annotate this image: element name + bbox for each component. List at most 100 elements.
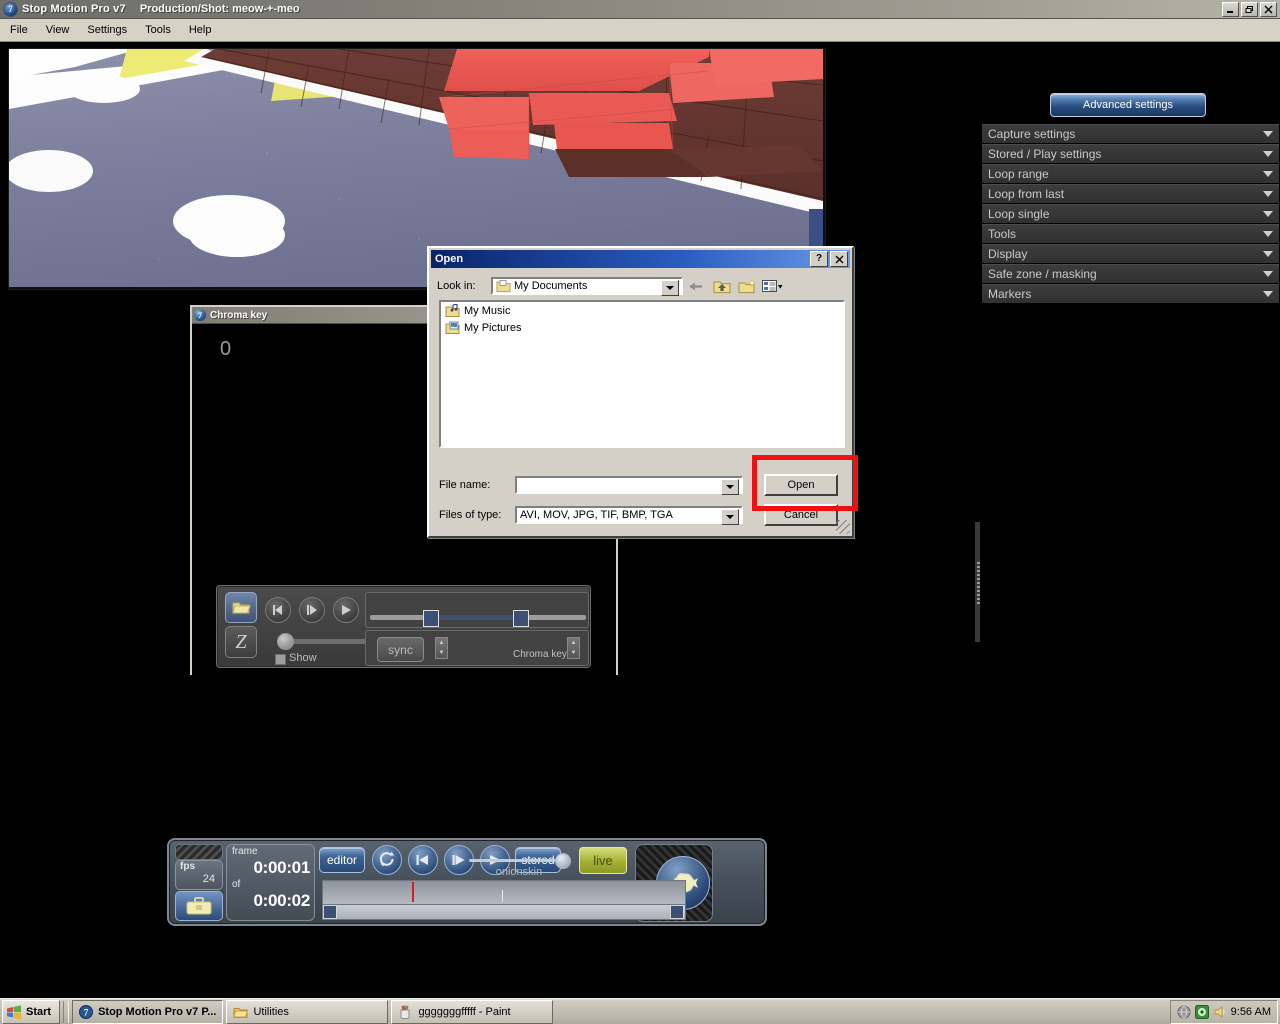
fps-label: fps <box>180 861 195 872</box>
step-back-button[interactable] <box>265 597 291 623</box>
sidebar-item-markers[interactable]: Markers <box>982 284 1279 303</box>
frame-counter: frame 0:00:01 of 0:00:02 <box>226 844 315 921</box>
sidebar-item-loop-from-last[interactable]: Loop from last <box>982 184 1279 203</box>
chroma-slider-knob[interactable] <box>277 633 294 650</box>
look-in-dropdown-arrow[interactable] <box>661 280 679 296</box>
list-item-label: My Pictures <box>464 321 522 334</box>
new-folder-button[interactable] <box>736 276 758 296</box>
loop-button[interactable] <box>372 845 402 875</box>
taskbar-item-paint[interactable]: gggggggfffff - Paint <box>391 1000 554 1024</box>
sidebar-item-tools[interactable]: Tools <box>982 224 1279 243</box>
system-tray: 9:56 AM <box>1169 1000 1278 1024</box>
chroma-key-label: Chroma key <box>513 649 567 660</box>
close-button[interactable] <box>1260 1 1277 17</box>
sidebar-item-display[interactable]: Display <box>982 244 1279 263</box>
timeline-scrollbar[interactable] <box>322 904 686 920</box>
files-of-type-combo[interactable]: AVI, MOV, JPG, TIF, BMP, TGA <box>515 506 743 525</box>
file-list[interactable]: My Music My Pictures <box>439 300 845 448</box>
zoom-z-button[interactable]: Z <box>225 626 257 658</box>
files-of-type-dropdown-arrow[interactable] <box>721 509 739 525</box>
menu-settings[interactable]: Settings <box>79 21 135 39</box>
menu-file[interactable]: File <box>2 21 36 39</box>
restore-button[interactable] <box>1241 1 1258 17</box>
sidebar-item-stored-play-settings[interactable]: Stored / Play settings <box>982 144 1279 163</box>
timeline-playhead[interactable] <box>412 882 414 902</box>
timeline-scroll-handle-left[interactable] <box>323 905 337 919</box>
app-logo-icon: 7 <box>4 2 17 16</box>
start-button[interactable]: Start <box>2 1000 61 1024</box>
chevron-down-icon <box>726 515 734 519</box>
pictures-folder-icon <box>445 321 460 334</box>
menu-help[interactable]: Help <box>181 21 220 39</box>
app-production-shot-title: Production/Shot: meow-+-meo <box>139 3 300 15</box>
frame-value: 0:00:01 <box>253 858 311 877</box>
back-arrow-icon <box>689 282 702 290</box>
minimize-button[interactable] <box>1222 1 1239 17</box>
play-button[interactable] <box>333 597 359 623</box>
network-icon[interactable] <box>1177 1005 1191 1019</box>
back-button[interactable] <box>686 276 708 296</box>
timeline-tick <box>502 890 503 902</box>
sync-button[interactable]: sync <box>377 637 424 662</box>
advanced-settings-button[interactable]: Advanced settings <box>1050 93 1206 117</box>
cancel-button[interactable]: Cancel <box>764 504 838 526</box>
timeline-scroll-handle-right[interactable] <box>670 905 684 919</box>
resize-grip-icon[interactable] <box>836 520 850 534</box>
look-in-combo[interactable]: My Documents <box>491 277 683 296</box>
editor-button[interactable]: editor <box>319 847 365 873</box>
views-menu-button[interactable] <box>761 276 783 296</box>
windows-flag-icon <box>7 1004 21 1019</box>
settings-list: Capture settings Stored / Play settings … <box>982 124 1279 304</box>
chroma-key-title: Chroma key <box>210 309 268 321</box>
menu-view[interactable]: View <box>38 21 78 39</box>
volume-icon[interactable] <box>1213 1005 1227 1019</box>
menu-bar: File View Settings Tools Help <box>0 19 1280 42</box>
look-in-label: Look in: <box>437 280 476 292</box>
media-icon[interactable] <box>1194 1005 1209 1019</box>
chevron-down-icon <box>1263 251 1273 257</box>
fps-value: 24 <box>202 873 215 885</box>
step-forward-button[interactable] <box>299 597 325 623</box>
range-handle-right[interactable] <box>513 610 529 627</box>
onionskin-slider-track[interactable] <box>469 859 561 862</box>
sidebar-item-safe-zone-masking[interactable]: Safe zone / masking <box>982 264 1279 283</box>
dialog-title: Open <box>435 253 464 265</box>
sidebar-item-loop-single[interactable]: Loop single <box>982 204 1279 223</box>
up-one-level-button[interactable] <box>711 276 733 296</box>
chroma-spinner[interactable]: ▲ ▼ <box>567 637 580 659</box>
files-of-type-row: Files of type: AVI, MOV, JPG, TIF, BMP, … <box>439 506 743 525</box>
paint-icon <box>398 1005 413 1019</box>
dialog-close-button[interactable] <box>830 251 848 267</box>
step-back-icon <box>416 855 428 865</box>
list-item[interactable]: My Music <box>441 302 843 319</box>
open-dialog: Open ? Look in: My Documents My Music My… <box>427 246 854 538</box>
drag-grip-icon[interactable] <box>175 844 223 860</box>
timeline-track[interactable] <box>322 880 686 906</box>
taskbar-item-stop-motion-pro[interactable]: 7 Stop Motion Pro v7 P... <box>72 1000 224 1024</box>
show-checkbox[interactable] <box>275 654 286 665</box>
playback-control-bar: fps 24 frame 0:00:01 of 0:00:02 editor o… <box>167 838 767 926</box>
taskbar: Start 7 Stop Motion Pro v7 P... Utilitie… <box>0 998 1280 1024</box>
open-button[interactable]: Open <box>764 474 838 496</box>
list-item[interactable]: My Pictures <box>441 319 843 336</box>
step-forward-icon <box>307 605 317 615</box>
step-back-button[interactable] <box>408 845 438 875</box>
taskbar-item-label: Stop Motion Pro v7 P... <box>98 1006 217 1018</box>
fps-display[interactable]: fps 24 <box>175 860 223 890</box>
stored-spinner[interactable]: ▲ ▼ <box>435 637 448 659</box>
chroma-range-panel <box>365 592 589 628</box>
dialog-help-button[interactable]: ? <box>810 251 828 267</box>
file-name-dropdown-arrow[interactable] <box>721 479 739 495</box>
range-handle-left[interactable] <box>423 610 439 627</box>
open-folder-button[interactable] <box>225 592 257 623</box>
live-button[interactable]: live <box>579 847 627 874</box>
taskbar-item-utilities[interactable]: Utilities <box>226 1000 389 1024</box>
sidebar-item-loop-range[interactable]: Loop range <box>982 164 1279 183</box>
open-folder-icon <box>231 602 251 613</box>
frame-label: frame <box>232 846 258 857</box>
menu-tools[interactable]: Tools <box>137 21 179 39</box>
file-name-input[interactable] <box>515 476 743 495</box>
dialog-title-bar[interactable]: Open ? <box>431 250 850 268</box>
sidebar-item-capture-settings[interactable]: Capture settings <box>982 124 1279 143</box>
toolcase-button[interactable] <box>175 891 223 921</box>
